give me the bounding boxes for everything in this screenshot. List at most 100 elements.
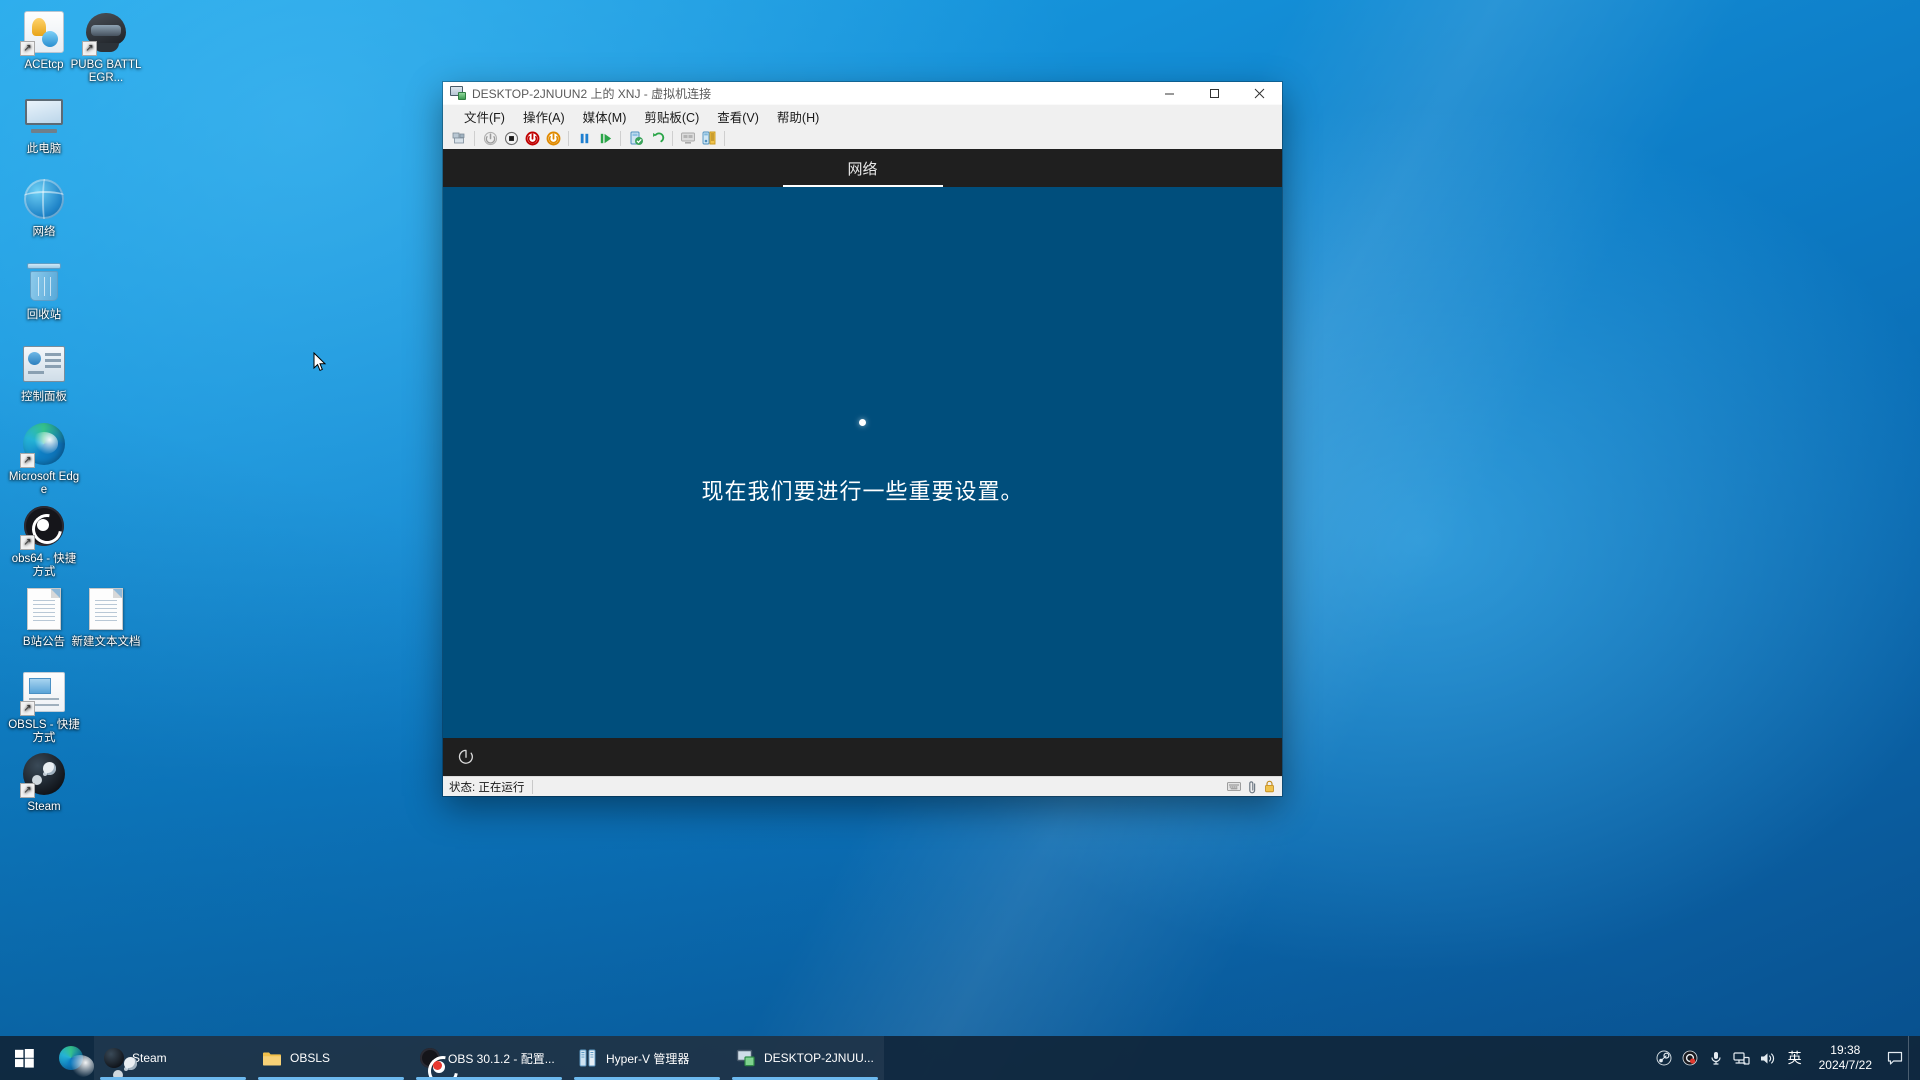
- desktop-icon-9[interactable]: 新建文本文档: [68, 585, 144, 649]
- vm-status-bar: 状态: 正在运行: [443, 776, 1282, 796]
- window-title-bar[interactable]: DESKTOP-2JNUUN2 上的 XNJ - 虚拟机连接: [443, 82, 1282, 105]
- menu-media[interactable]: 媒体(M): [574, 105, 636, 128]
- shortcut-arrow-icon: [20, 535, 35, 550]
- oobe-footer: [443, 738, 1282, 776]
- desktop-icon-label: 此电脑: [6, 143, 82, 156]
- task-button-hyperv-manager[interactable]: Hyper-V 管理器: [568, 1036, 726, 1080]
- menu-file[interactable]: 文件(F): [455, 105, 514, 128]
- menu-action[interactable]: 操作(A): [514, 105, 574, 128]
- status-bar-icons: [1227, 780, 1282, 794]
- microphone-icon[interactable]: [1703, 1036, 1729, 1080]
- resume-icon[interactable]: [595, 128, 615, 148]
- oobe-content: 现在我们要进行一些重要设置。: [443, 187, 1282, 738]
- notification-icon[interactable]: [1882, 1036, 1908, 1080]
- system-tray[interactable]: 英 19:38 2024/7/22: [1651, 1036, 1920, 1080]
- hyperv-icon: [577, 1047, 599, 1069]
- cp-icon: [20, 340, 68, 388]
- task-button-obsls[interactable]: OBSLS: [252, 1036, 410, 1080]
- obs-icon: [419, 1047, 441, 1069]
- pause-icon[interactable]: [574, 128, 594, 148]
- enhanced-session-icon[interactable]: [678, 128, 698, 148]
- oobe-tab-network[interactable]: 网络: [843, 158, 881, 179]
- task-label: Steam: [132, 1051, 167, 1065]
- shortcut-arrow-icon: [20, 453, 35, 468]
- window-title: DESKTOP-2JNUUN2 上的 XNJ - 虚拟机连接: [472, 85, 1147, 102]
- obs-tray-icon[interactable]: [1677, 1036, 1703, 1080]
- desktop-icon-label: 控制面板: [6, 391, 82, 404]
- desktop-icon-label: obs64 - 快捷方式: [6, 553, 82, 579]
- oobe-header: 网络: [443, 149, 1282, 187]
- toolbar-separator: [724, 131, 725, 146]
- taskbar[interactable]: Steam OBSLS OBS 30.1.2 - 配置... Hype: [0, 1036, 1920, 1080]
- doc-icon: [82, 585, 130, 633]
- network-icon[interactable]: [1729, 1036, 1755, 1080]
- vm-status-text: 状态: 正在运行: [443, 779, 524, 795]
- ease-of-access-icon[interactable]: [457, 748, 475, 766]
- vm-connection-window[interactable]: DESKTOP-2JNUUN2 上的 XNJ - 虚拟机连接 文件(F) 操作(…: [443, 82, 1282, 796]
- desktop-icon-label: 回收站: [6, 309, 82, 322]
- ime-indicator[interactable]: 英: [1781, 1036, 1809, 1080]
- taskbar-edge-icon[interactable]: [48, 1036, 94, 1080]
- edge-icon: [20, 420, 68, 468]
- task-button-vmconnect[interactable]: DESKTOP-2JNUU...: [726, 1036, 884, 1080]
- menu-help[interactable]: 帮助(H): [768, 105, 828, 128]
- ace-icon: [20, 8, 68, 56]
- desktop-icon-2[interactable]: 此电脑: [6, 92, 82, 156]
- desktop-icon-4[interactable]: 回收站: [6, 258, 82, 322]
- desktop-icon-7[interactable]: obs64 - 快捷方式: [6, 502, 82, 579]
- shortcut-arrow-icon: [82, 41, 97, 56]
- settings-icon[interactable]: [699, 128, 719, 148]
- checkpoint-icon[interactable]: [626, 128, 646, 148]
- oobe-message: 现在我们要进行一些重要设置。: [701, 474, 1023, 506]
- vmconnect-icon: [735, 1047, 757, 1069]
- maximize-button[interactable]: [1192, 82, 1237, 105]
- keyboard-icon: [1227, 781, 1241, 792]
- menu-bar[interactable]: 文件(F) 操作(A) 媒体(M) 剪贴板(C) 查看(V) 帮助(H): [443, 105, 1282, 127]
- task-label: OBS 30.1.2 - 配置...: [448, 1050, 555, 1067]
- globe-icon: [20, 175, 68, 223]
- task-button-steam[interactable]: Steam: [94, 1036, 252, 1080]
- desktop-icon-label: 网络: [6, 226, 82, 239]
- steam-tray-icon[interactable]: [1651, 1036, 1677, 1080]
- show-desktop-button[interactable]: [1908, 1036, 1916, 1080]
- clock[interactable]: 19:38 2024/7/22: [1809, 1036, 1882, 1080]
- volume-icon[interactable]: [1755, 1036, 1781, 1080]
- folder-icon: [261, 1047, 283, 1069]
- obs-icon: [20, 502, 68, 550]
- shortcut-arrow-icon: [20, 783, 35, 798]
- reset-icon[interactable]: [543, 128, 563, 148]
- desktop-icon-label: OBSLS - 快捷方式: [6, 719, 82, 745]
- task-label: DESKTOP-2JNUU...: [764, 1051, 874, 1065]
- steam-icon: [103, 1047, 125, 1069]
- desktop-icon-11[interactable]: Steam: [6, 750, 82, 814]
- ctrl-alt-del-icon[interactable]: [449, 128, 469, 148]
- desktop-icon-1[interactable]: PUBG BATTLEGR...: [68, 8, 144, 85]
- turn-off-icon[interactable]: [501, 128, 521, 148]
- desktop-icon-5[interactable]: 控制面板: [6, 340, 82, 404]
- start-icon[interactable]: [480, 128, 500, 148]
- shut-down-icon[interactable]: [522, 128, 542, 148]
- vm-toolbar[interactable]: [443, 127, 1282, 149]
- task-button-obs[interactable]: OBS 30.1.2 - 配置...: [410, 1036, 568, 1080]
- clock-time: 19:38: [1830, 1043, 1860, 1058]
- status-divider: [532, 780, 533, 794]
- desktop-icon-label: 新建文本文档: [68, 636, 144, 649]
- desktop-icon-3[interactable]: 网络: [6, 175, 82, 239]
- desktop-icon-6[interactable]: Microsoft Edge: [6, 420, 82, 497]
- doc-icon: [20, 585, 68, 633]
- loading-indicator-dot: [859, 419, 866, 426]
- task-label: Hyper-V 管理器: [606, 1050, 689, 1067]
- clock-date: 2024/7/22: [1819, 1058, 1872, 1073]
- desktop-icon-label: PUBG BATTLEGR...: [68, 59, 144, 85]
- window-controls[interactable]: [1147, 82, 1282, 105]
- menu-view[interactable]: 查看(V): [708, 105, 768, 128]
- revert-icon[interactable]: [647, 128, 667, 148]
- pc-icon: [20, 92, 68, 140]
- close-button[interactable]: [1237, 82, 1282, 105]
- minimize-button[interactable]: [1147, 82, 1192, 105]
- vm-guest-screen[interactable]: 网络 现在我们要进行一些重要设置。: [443, 149, 1282, 776]
- desktop-icon-10[interactable]: OBSLS - 快捷方式: [6, 668, 82, 745]
- bin-icon: [20, 258, 68, 306]
- menu-clipboard[interactable]: 剪贴板(C): [635, 105, 708, 128]
- start-button[interactable]: [0, 1036, 48, 1080]
